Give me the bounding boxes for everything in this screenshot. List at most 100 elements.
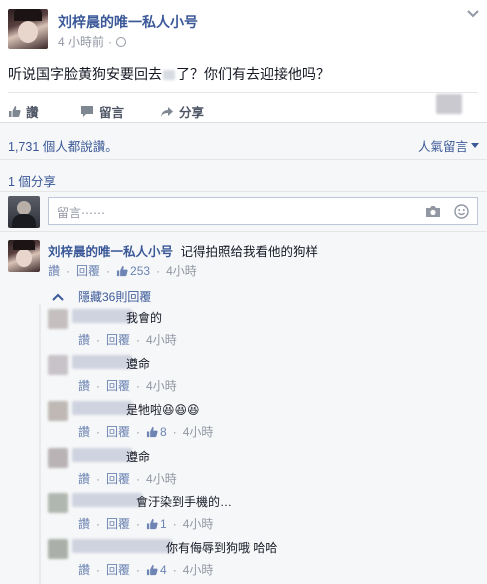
separator-dot: · [96, 378, 101, 393]
likes-divider [0, 159, 487, 160]
reply-actions: 讚 · 回覆 · 4小時 [78, 377, 177, 394]
reply-author-blurred[interactable] [72, 493, 142, 507]
globe-icon[interactable] [116, 36, 127, 47]
thumbs-up-icon [146, 518, 158, 529]
comment-input-placeholder: 留言⋯⋯ [57, 206, 106, 220]
post-author-name[interactable]: 刘梓晨的唯一私人小号 [58, 12, 198, 32]
blurred-thumbnail [436, 94, 462, 114]
reply-actions: 讚 · 回覆 · 4 · 4小時 [78, 561, 213, 578]
sep: · [156, 263, 161, 278]
reply-avatar[interactable] [48, 355, 68, 375]
reply-timestamp[interactable]: 4小時 [183, 515, 214, 532]
share-icon [161, 106, 173, 117]
reply-like-link[interactable]: 讚 [78, 331, 90, 348]
like-count-value: 253 [130, 263, 151, 278]
reply-timestamp[interactable]: 4小時 [183, 423, 214, 440]
comment-timestamp[interactable]: 4小時 [166, 262, 197, 279]
thumbs-up-icon [146, 426, 158, 437]
reply-like-link[interactable]: 讚 [78, 377, 90, 394]
reply-text: 你有侮辱到狗哦 哈哈 [166, 541, 278, 555]
reply-reply-link[interactable]: 回覆 [106, 377, 130, 394]
reply-like-link[interactable]: 讚 [78, 515, 90, 532]
comment-reply-link[interactable]: 回覆 [76, 262, 100, 279]
reply-like-count[interactable]: 4 [146, 563, 167, 577]
separator-dot: · [172, 516, 177, 531]
separator-dot: · [172, 424, 177, 439]
meta-dot: · [108, 34, 113, 49]
sort-dropdown[interactable]: 人氣留言 [418, 136, 480, 155]
reply-item: 你有侮辱到狗哦 哈哈讚 · 回覆 · 4 · 4小時 [0, 537, 487, 581]
comment-input[interactable]: 留言⋯⋯ [48, 197, 478, 225]
reply-timestamp[interactable]: 4小時 [146, 377, 177, 394]
separator-dot: · [96, 562, 101, 577]
comment-like-link[interactable]: 讚 [48, 262, 60, 279]
shares-divider [0, 191, 487, 192]
share-button[interactable]: 分享 [160, 102, 204, 121]
comment-like-count[interactable]: 253 [116, 264, 150, 278]
reply-reply-link[interactable]: 回覆 [106, 331, 130, 348]
separator-dot: · [136, 471, 141, 486]
reply-actions: 讚 · 回覆 · 8 · 4小時 [78, 423, 213, 440]
thumbs-up-icon [9, 106, 21, 117]
reply-like-count-value: 1 [160, 516, 167, 531]
share-count[interactable]: 1 個分享 [8, 171, 56, 190]
top-comment-actions: 讚 · 回覆 · 253 · 4小時 [48, 262, 197, 279]
reply-author-blurred[interactable] [72, 448, 132, 462]
reply-avatar[interactable] [48, 401, 68, 421]
like-button[interactable]: 讚 [8, 102, 39, 121]
hide-replies-toggle[interactable]: 隱藏36則回覆 [52, 288, 151, 305]
reply-reply-link[interactable]: 回覆 [106, 561, 130, 578]
likes-count[interactable]: 1,731 個人都說讚。 [8, 136, 118, 155]
reply-item: 是牠啦😆😆😆 讚 · 回覆 · 8 · 4小時 [0, 399, 487, 443]
reply-reply-link[interactable]: 回覆 [106, 470, 130, 487]
reply-like-count[interactable]: 1 [146, 517, 167, 531]
separator-dot: · [136, 516, 141, 531]
sep: · [66, 263, 71, 278]
separator-dot: · [136, 424, 141, 439]
reply-like-count-value: 8 [160, 424, 167, 439]
viewer-avatar [8, 196, 40, 228]
post-text-blur [163, 70, 175, 81]
comment-author-avatar[interactable] [8, 240, 40, 272]
reply-author-blurred[interactable] [72, 309, 132, 323]
post-author-avatar[interactable] [8, 9, 48, 49]
like-label: 讚 [26, 106, 39, 120]
reply-item: 我會的讚 · 回覆 · 4小時 [0, 307, 487, 351]
reply-avatar[interactable] [48, 309, 68, 329]
reply-text: 遵命 [126, 357, 151, 371]
reply-like-count[interactable]: 8 [146, 425, 167, 439]
reply-author-blurred[interactable] [72, 355, 132, 369]
reply-author-blurred[interactable] [72, 401, 132, 415]
reply-actions: 讚 · 回覆 · 4小時 [78, 331, 177, 348]
reply-avatar[interactable] [48, 539, 68, 559]
reply-author-blurred[interactable] [72, 539, 172, 553]
comment-button[interactable]: 留言 [80, 102, 124, 121]
chevron-down-icon[interactable] [466, 8, 480, 20]
thumbs-up-icon [116, 265, 128, 276]
reply-reply-link[interactable]: 回覆 [106, 515, 130, 532]
chevron-up-icon [52, 293, 64, 301]
reply-like-link[interactable]: 讚 [78, 470, 90, 487]
comment-author-name[interactable]: 刘梓晨的唯一私人小号 [48, 245, 173, 259]
thumbs-up-icon [146, 564, 158, 575]
reply-timestamp[interactable]: 4小時 [183, 561, 214, 578]
reply-like-link[interactable]: 讚 [78, 561, 90, 578]
reply-item: 會汙染到手機的… 讚 · 回覆 · 1 · 4小時 [0, 491, 487, 535]
reply-like-link[interactable]: 讚 [78, 423, 90, 440]
camera-icon[interactable] [425, 205, 441, 218]
post-timestamp[interactable]: 4 小時前 [58, 33, 104, 50]
post-text: 听说国字脸黄狗安要回去 了？你们有去迎接他吗？ [8, 64, 330, 84]
sep: · [106, 263, 111, 278]
sort-label: 人氣留言 [418, 140, 469, 154]
reply-timestamp[interactable]: 4小時 [146, 470, 177, 487]
reply-actions: 讚 · 回覆 · 4小時 [78, 470, 177, 487]
post-meta: 4 小時前 · [58, 33, 127, 50]
reply-avatar[interactable] [48, 448, 68, 468]
reply-timestamp[interactable]: 4小時 [146, 331, 177, 348]
reply-item: 遵命讚 · 回覆 · 4小時 [0, 353, 487, 397]
emoji-icon[interactable] [454, 204, 469, 219]
reply-reply-link[interactable]: 回覆 [106, 423, 130, 440]
reply-text: 遵命 [126, 450, 151, 464]
reply-avatar[interactable] [48, 493, 68, 513]
hide-replies-label: 隱藏36則回覆 [78, 290, 152, 304]
